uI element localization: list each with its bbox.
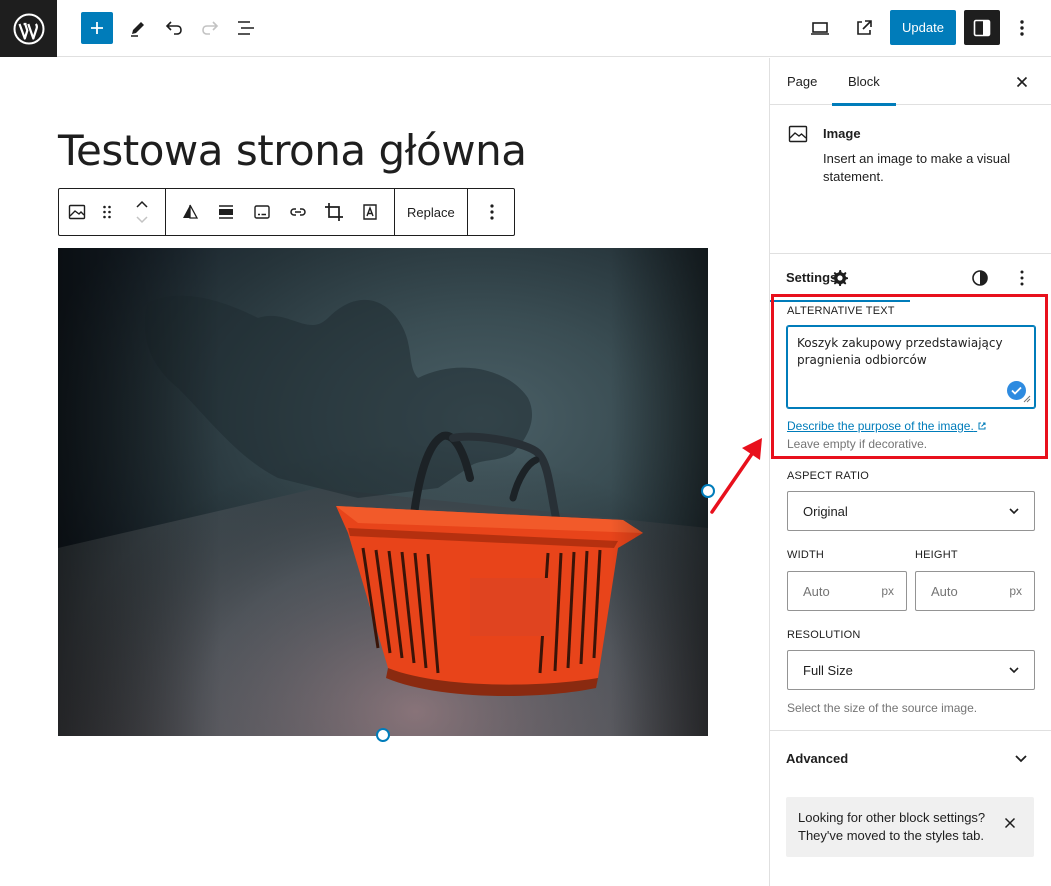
page-title[interactable]: Testowa strona główna bbox=[58, 126, 527, 175]
link-icon bbox=[290, 208, 306, 216]
height-label: HEIGHT bbox=[915, 549, 958, 561]
editor-top-toolbar: Update bbox=[0, 0, 1051, 57]
block-toolbar: Replace bbox=[58, 188, 515, 236]
chevron-down-icon bbox=[1009, 508, 1019, 515]
block-options-button[interactable] bbox=[468, 189, 516, 235]
caption-button[interactable] bbox=[244, 189, 280, 235]
options-button[interactable] bbox=[1006, 12, 1038, 44]
settings-title: Settings bbox=[786, 270, 838, 285]
external-link-icon bbox=[857, 20, 872, 35]
document-overview-button[interactable] bbox=[230, 12, 262, 44]
tools-button[interactable] bbox=[122, 12, 154, 44]
width-input[interactable]: Auto px bbox=[787, 571, 907, 611]
textarea-resize-handle[interactable] bbox=[1023, 395, 1031, 403]
redo-icon bbox=[202, 21, 219, 35]
align-wide-icon bbox=[219, 205, 233, 219]
describe-purpose-link-text: Describe the purpose of the image. bbox=[787, 419, 974, 433]
alt-text-help: Leave empty if decorative. bbox=[787, 437, 928, 451]
list-view-icon bbox=[238, 21, 254, 35]
wordpress-logo-button[interactable] bbox=[0, 0, 57, 57]
image-block[interactable] bbox=[58, 248, 708, 736]
sidebar-tabs: Page Block bbox=[770, 58, 1051, 106]
text-overlay-button[interactable] bbox=[352, 189, 388, 235]
drag-handle[interactable] bbox=[95, 189, 119, 235]
crop-icon bbox=[325, 203, 343, 221]
more-vertical-icon bbox=[1020, 20, 1024, 36]
aspect-ratio-label: ASPECT RATIO bbox=[787, 470, 870, 482]
redo-button[interactable] bbox=[194, 12, 226, 44]
resolution-help: Select the size of the source image. bbox=[787, 701, 978, 715]
undo-button[interactable] bbox=[158, 12, 190, 44]
tab-block[interactable]: Block bbox=[832, 58, 896, 106]
width-label: WIDTH bbox=[787, 549, 825, 561]
width-unit: px bbox=[881, 584, 894, 598]
sidebar-icon bbox=[973, 19, 991, 36]
settings-options-button[interactable] bbox=[1014, 266, 1030, 290]
resolution-value: Full Size bbox=[803, 662, 853, 678]
block-description: Insert an image to make a visual stateme… bbox=[823, 151, 1011, 184]
aspect-ratio-value: Original bbox=[803, 503, 848, 519]
advanced-label: Advanced bbox=[786, 751, 849, 766]
editor-canvas: Testowa strona główna Replace bbox=[0, 58, 769, 886]
duotone-button[interactable] bbox=[172, 189, 208, 235]
shopping-basket-photo bbox=[58, 248, 708, 736]
chevron-down-icon[interactable] bbox=[135, 215, 149, 225]
block-toolbar-tools-group bbox=[166, 189, 395, 235]
block-toolbar-parent-group bbox=[59, 189, 166, 235]
chevron-down-icon bbox=[1015, 755, 1027, 763]
aspect-ratio-select[interactable]: Original bbox=[787, 491, 1035, 531]
chevron-down-icon bbox=[1009, 667, 1019, 674]
settings-sidebar-toggle[interactable] bbox=[964, 10, 1000, 45]
add-block-button[interactable] bbox=[81, 12, 113, 44]
pencil-icon bbox=[131, 22, 144, 37]
external-link-icon bbox=[978, 422, 986, 430]
styles-icon bbox=[972, 270, 988, 286]
preview-button[interactable] bbox=[804, 12, 836, 44]
red-arrow-annotation bbox=[710, 438, 762, 514]
view-page-button[interactable] bbox=[848, 12, 880, 44]
notice-text: Looking for other block settings? They'v… bbox=[798, 810, 986, 843]
resolution-select[interactable]: Full Size bbox=[787, 650, 1035, 690]
height-placeholder: Auto bbox=[931, 583, 958, 599]
desktop-icon bbox=[811, 22, 829, 35]
image-icon bbox=[788, 125, 808, 143]
height-input[interactable]: Auto px bbox=[915, 571, 1035, 611]
crop-button[interactable] bbox=[316, 189, 352, 235]
settings-sidebar: Page Block Image Insert an image to make… bbox=[769, 58, 1051, 886]
align-button[interactable] bbox=[208, 189, 244, 235]
undo-icon bbox=[165, 21, 182, 35]
text-overlay-icon bbox=[363, 204, 377, 220]
block-toolbar-options-group bbox=[468, 189, 516, 235]
tab-page[interactable]: Page bbox=[787, 58, 817, 105]
block-toolbar-replace-group: Replace bbox=[395, 189, 468, 235]
block-card: Image Insert an image to make a visual s… bbox=[770, 106, 1051, 302]
image-icon bbox=[68, 204, 86, 220]
drag-handle-icon bbox=[103, 205, 111, 219]
plus-icon bbox=[91, 22, 103, 34]
update-button[interactable]: Update bbox=[890, 10, 956, 45]
link-button[interactable] bbox=[280, 189, 316, 235]
describe-purpose-link[interactable]: Describe the purpose of the image. bbox=[787, 419, 987, 433]
width-placeholder: Auto bbox=[803, 583, 830, 599]
close-settings-button[interactable] bbox=[1010, 70, 1034, 94]
replace-button[interactable]: Replace bbox=[395, 189, 467, 235]
close-icon bbox=[1016, 76, 1028, 88]
block-type-button[interactable] bbox=[59, 189, 95, 235]
move-buttons bbox=[119, 189, 165, 235]
advanced-panel-toggle[interactable]: Advanced bbox=[770, 730, 1051, 786]
duotone-icon bbox=[183, 204, 199, 219]
wordpress-icon bbox=[13, 13, 44, 44]
block-name: Image bbox=[823, 126, 861, 141]
height-unit: px bbox=[1009, 584, 1022, 598]
caption-icon bbox=[254, 205, 270, 219]
more-vertical-icon bbox=[490, 204, 494, 220]
more-vertical-icon bbox=[1020, 270, 1024, 286]
close-icon[interactable] bbox=[1004, 817, 1016, 829]
chevron-up-icon[interactable] bbox=[135, 199, 149, 209]
alt-text-label: ALTERNATIVE TEXT bbox=[787, 305, 895, 317]
resolution-label: RESOLUTION bbox=[787, 629, 861, 641]
styles-moved-notice: Looking for other block settings? They'v… bbox=[786, 797, 1034, 857]
image-resize-handle-bottom[interactable] bbox=[376, 728, 390, 742]
alt-text-textarea[interactable]: Koszyk zakupowy przedstawiający pragnien… bbox=[787, 326, 1035, 408]
